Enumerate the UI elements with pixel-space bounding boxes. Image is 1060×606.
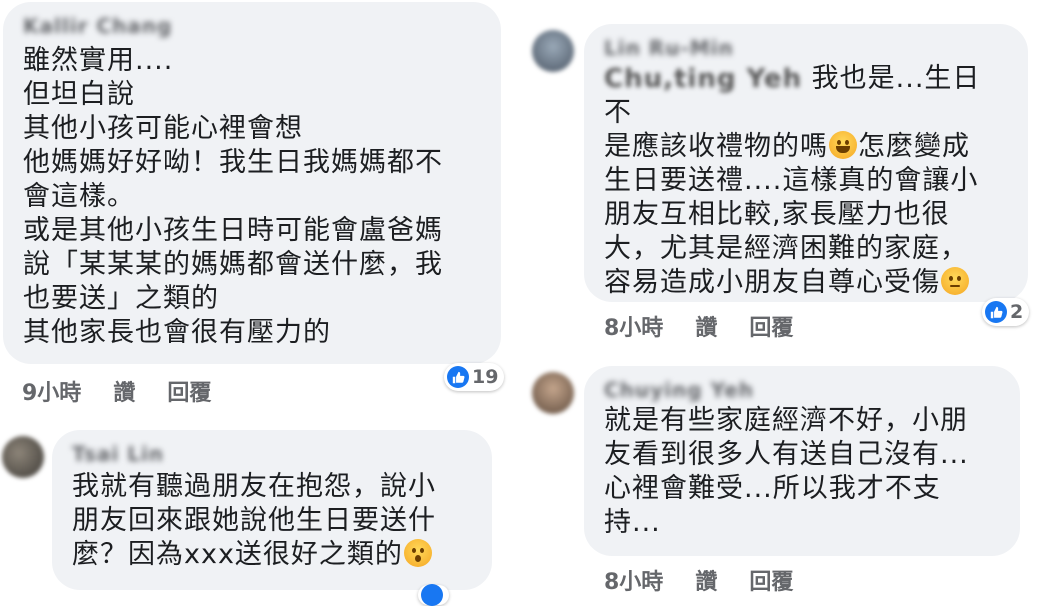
like-link[interactable]: 讚 (113, 375, 135, 407)
laughing-tears-icon (829, 131, 857, 159)
comment-actions: 9小時 讚 回覆 (22, 375, 211, 407)
comment-author[interactable]: Lin Ru-Min (604, 36, 734, 60)
mention-link[interactable]: Chu,ting Yeh (604, 64, 802, 94)
comment-author[interactable]: Chuying Yeh (604, 378, 754, 402)
comment-bubble: Kallir Chang 雖然實用.... 但坦白說 其他小孩可能心裡會想 他媽… (3, 2, 501, 364)
reaction-number: 2 (1010, 301, 1024, 323)
reaction-count[interactable]: 19 (444, 363, 505, 391)
reply-link[interactable]: 回覆 (167, 375, 211, 407)
avatar[interactable] (2, 436, 44, 478)
comment-text: 雖然實用.... 但坦白說 其他小孩可能心裡會想 他媽媽好好呦！我生日我媽媽都不… (23, 45, 443, 348)
comment-text: 就是有些家庭經濟不好，小朋 友看到很多人有送自己沒有... 心裡會難受...所以… (604, 405, 969, 538)
comment-bubble: Lin Ru-Min Chu,ting Yeh 我也是...生日不 是應該收禮物… (584, 24, 1028, 302)
avatar[interactable] (532, 372, 574, 414)
avatar[interactable] (532, 30, 574, 72)
comment-bubble: Chuying Yeh 就是有些家庭經濟不好，小朋 友看到很多人有送自己沒有..… (584, 366, 1020, 556)
thumbs-up-icon (421, 584, 443, 606)
persevering-face-icon (941, 267, 969, 295)
comment-timestamp[interactable]: 8小時 (604, 564, 663, 596)
like-link[interactable]: 讚 (695, 310, 717, 342)
reaction-number: 19 (472, 366, 499, 388)
comment-author[interactable]: Tsai Lin (72, 442, 164, 466)
hushed-face-icon (403, 539, 432, 567)
comment-timestamp[interactable]: 8小時 (604, 310, 663, 342)
reaction-count[interactable]: 2 (982, 298, 1030, 326)
reply-link[interactable]: 回覆 (749, 310, 793, 342)
comment-actions: 8小時 讚 回覆 (604, 564, 793, 596)
reply-link[interactable]: 回覆 (749, 564, 793, 596)
comment-timestamp[interactable]: 9小時 (22, 375, 81, 407)
thumbs-up-icon (447, 366, 469, 388)
like-link[interactable]: 讚 (695, 564, 717, 596)
thumbs-up-icon (985, 301, 1007, 323)
comment-text: Chu,ting Yeh 我也是...生日不 是應該收禮物的嗎 怎麼變成 生日要送… (604, 62, 1008, 300)
reaction-count-partial[interactable] (418, 584, 449, 606)
comment-author[interactable]: Kallir Chang (23, 14, 172, 38)
comment-text: 我就有聽過朋友在抱怨，說小 朋友回來跟她說他生日要送什 麼？因為xxx送很好之類… (72, 470, 472, 572)
comment-bubble: Tsai Lin 我就有聽過朋友在抱怨，說小 朋友回來跟她說他生日要送什 麼？因… (52, 430, 492, 590)
comment-actions: 8小時 讚 回覆 (604, 310, 793, 342)
comment-text-body: 我就有聽過朋友在抱怨，說小 朋友回來跟她說他生日要送什 麼？因為xxx送很好之類… (72, 471, 436, 570)
